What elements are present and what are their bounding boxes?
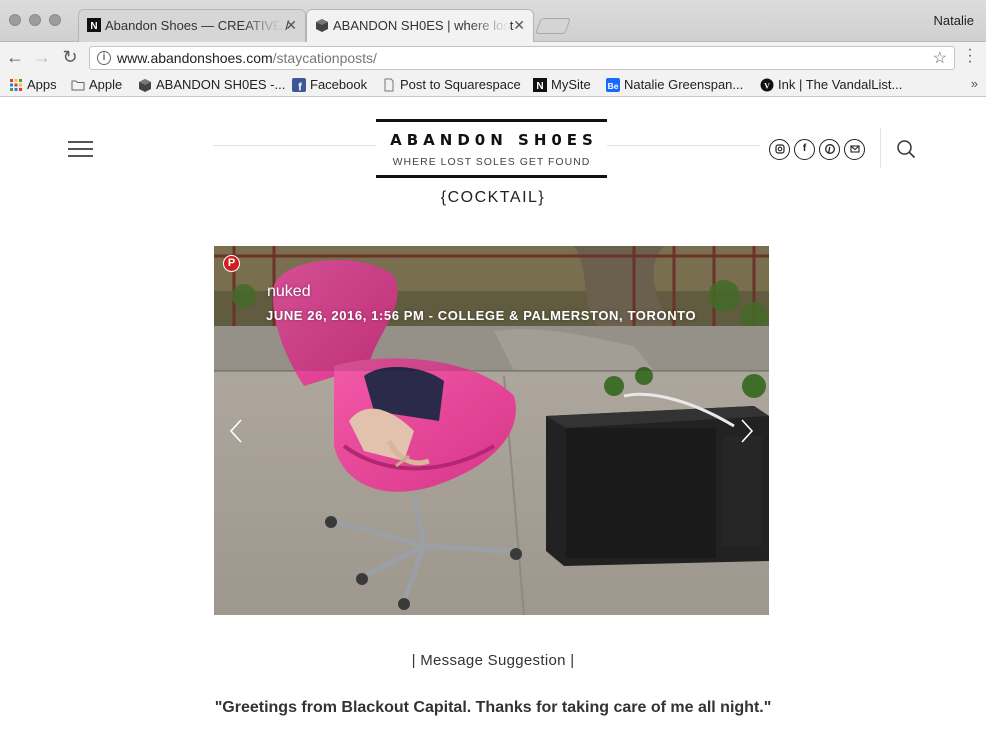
facebook-icon[interactable]: f bbox=[794, 139, 815, 160]
url-path: /staycationposts/ bbox=[272, 50, 377, 66]
chevron-left-icon[interactable] bbox=[228, 418, 244, 444]
browser-tab-strip: N Abandon Shoes — CREATIVE / ✕ ABANDON S… bbox=[0, 0, 986, 42]
svg-text:Be: Be bbox=[608, 81, 619, 91]
bookmarks-bar: Apps Apple ABANDON SH0ES -... f Facebook… bbox=[0, 73, 986, 97]
bookmarks-overflow-icon[interactable]: » bbox=[971, 76, 978, 91]
profile-name[interactable]: Natalie bbox=[934, 13, 974, 28]
bookmark-star-icon[interactable]: ☆ bbox=[933, 48, 947, 68]
window-minimize-button[interactable] bbox=[29, 14, 41, 26]
bookmark-label: Apps bbox=[27, 77, 57, 92]
vandal-icon: V bbox=[760, 78, 774, 92]
bookmark-facebook[interactable]: f Facebook bbox=[292, 77, 367, 92]
apps-grid-icon bbox=[10, 79, 22, 91]
back-icon[interactable]: ← bbox=[4, 46, 26, 68]
bookmark-label: ABANDON SH0ES -... bbox=[156, 77, 286, 92]
web-page: ABAND0N SH0ES WHERE LOST SOLES GET FOUND… bbox=[0, 98, 986, 749]
notion-n-icon: N bbox=[87, 18, 101, 32]
bookmark-label: Natalie Greenspan... bbox=[624, 77, 744, 92]
url-host: www.abandonshoes.com bbox=[117, 50, 273, 66]
window-close-button[interactable] bbox=[9, 14, 21, 26]
notion-n-icon: N bbox=[533, 78, 547, 92]
bookmark-natalie-greenspan[interactable]: Be Natalie Greenspan... bbox=[606, 77, 743, 92]
new-tab-button[interactable] bbox=[535, 18, 571, 34]
cube-icon bbox=[316, 19, 328, 32]
tab-abandon-shoes-active[interactable]: ABANDON SH0ES | where lost ✕ bbox=[306, 9, 534, 42]
logo-tagline: WHERE LOST SOLES GET FOUND bbox=[392, 156, 591, 168]
slide-subtitle: JUNE 26, 2016, 1:56 PM - COLLEGE & PALME… bbox=[266, 308, 697, 323]
svg-text:N: N bbox=[536, 81, 543, 92]
bookmark-label: Post to Squarespace bbox=[400, 77, 521, 92]
tab-title-fade bbox=[469, 10, 509, 41]
instagram-icon[interactable] bbox=[769, 139, 790, 160]
window-zoom-button[interactable] bbox=[49, 14, 61, 26]
svg-text:N: N bbox=[90, 21, 97, 32]
message-suggestion-heading: | Message Suggestion | bbox=[411, 652, 575, 669]
header-vertical-divider bbox=[880, 128, 881, 168]
search-icon[interactable] bbox=[896, 139, 916, 159]
pinterest-save-icon[interactable]: P bbox=[223, 255, 240, 272]
page-icon bbox=[384, 78, 394, 92]
hamburger-menu-icon[interactable] bbox=[68, 141, 93, 157]
slide-title: nuked bbox=[267, 283, 311, 300]
logo-name: ABAND0N SH0ES bbox=[390, 131, 598, 149]
bookmark-label: Ink | The VandalList... bbox=[778, 77, 903, 92]
tab-abandon-shoes-creative[interactable]: N Abandon Shoes — CREATIVE / ✕ bbox=[78, 9, 306, 42]
folder-icon bbox=[71, 80, 85, 91]
email-icon[interactable] bbox=[844, 139, 865, 160]
bookmark-vandallist[interactable]: V Ink | The VandalList... bbox=[760, 77, 902, 92]
reload-icon[interactable]: ↻ bbox=[59, 46, 81, 68]
address-bar[interactable]: i www.abandonshoes.com/staycationposts/ … bbox=[89, 46, 955, 70]
cube-icon bbox=[139, 79, 151, 92]
url-text[interactable]: www.abandonshoes.com/staycationposts/ bbox=[117, 50, 377, 66]
bookmark-label: MySite bbox=[551, 77, 591, 92]
tab-title-fade bbox=[241, 10, 281, 41]
site-logo[interactable]: ABAND0N SH0ES WHERE LOST SOLES GET FOUND bbox=[376, 119, 607, 178]
chevron-right-icon[interactable] bbox=[739, 418, 755, 444]
bookmark-apps[interactable]: Apps bbox=[9, 77, 57, 92]
bookmark-abandon-shoes[interactable]: ABANDON SH0ES -... bbox=[138, 77, 285, 92]
tab-close-icon[interactable]: ✕ bbox=[285, 10, 297, 41]
bookmark-post-to-squarespace[interactable]: Post to Squarespace bbox=[382, 77, 521, 92]
image-slideshow[interactable]: P nuked JUNE 26, 2016, 1:56 PM - COLLEGE… bbox=[214, 246, 769, 615]
pinterest-icon[interactable] bbox=[819, 139, 840, 160]
site-info-icon[interactable]: i bbox=[97, 51, 111, 65]
svg-text:f: f bbox=[298, 82, 302, 93]
category-title: {COCKTAIL} bbox=[440, 189, 546, 206]
svg-text:V: V bbox=[764, 82, 770, 91]
facebook-icon: f bbox=[292, 78, 306, 92]
message-quote: "Greetings from Blackout Capital. Thanks… bbox=[214, 699, 772, 716]
bookmark-label: Facebook bbox=[310, 77, 368, 92]
browser-toolbar: ← → ↻ i www.abandonshoes.com/staycationp… bbox=[0, 42, 986, 73]
bookmark-apple[interactable]: Apple bbox=[71, 77, 122, 92]
bookmark-label: Apple bbox=[89, 77, 123, 92]
slide-photo bbox=[214, 246, 769, 615]
browser-menu-icon[interactable]: · · · bbox=[967, 42, 973, 70]
bookmark-mysite[interactable]: N MySite bbox=[533, 77, 591, 92]
tab-close-icon[interactable]: ✕ bbox=[513, 10, 525, 41]
behance-icon: Be bbox=[606, 78, 620, 92]
forward-icon[interactable]: → bbox=[31, 46, 53, 68]
